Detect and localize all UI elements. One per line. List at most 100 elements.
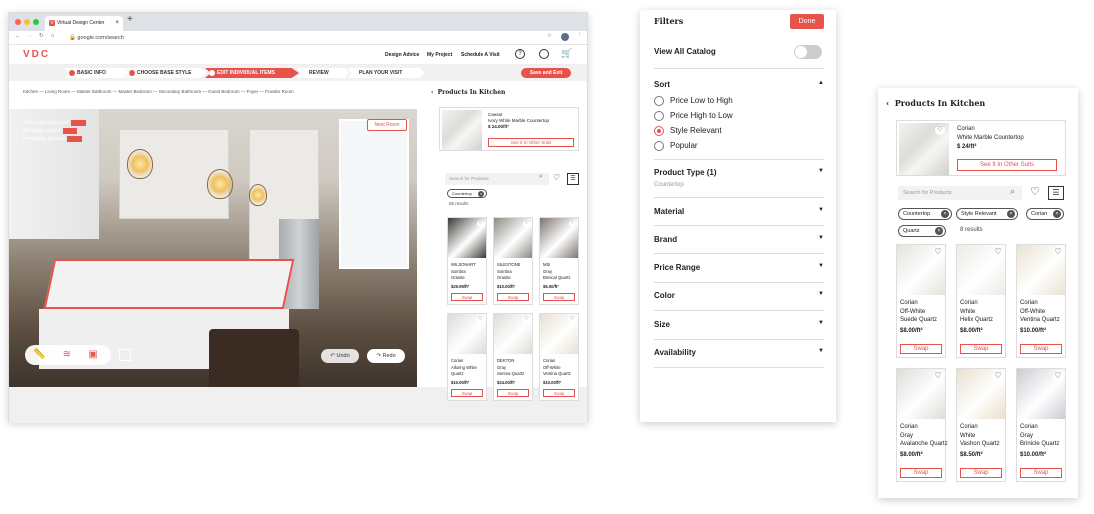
step-plan-visit[interactable]: PLAN YOUR VISIT bbox=[347, 68, 425, 78]
filter-material[interactable]: Material ▼ bbox=[654, 207, 824, 216]
filter-color[interactable]: Color ▼ bbox=[654, 291, 824, 300]
bookmark-star-icon[interactable]: ☆ bbox=[547, 33, 552, 39]
favorite-icon[interactable]: ♡ bbox=[477, 220, 484, 227]
nav-my-project[interactable]: My Project bbox=[427, 52, 452, 58]
swap-button[interactable]: Swap bbox=[543, 389, 575, 397]
filter-price-range[interactable]: Price Range ▼ bbox=[654, 263, 824, 272]
swap-button[interactable]: Swap bbox=[451, 389, 483, 397]
swap-button[interactable]: Swap bbox=[900, 344, 942, 354]
product-card[interactable]: ♡ Corian Off-White Suede Quartz $8.00/ft² Swa… bbox=[896, 244, 946, 358]
step-review[interactable]: REVIEW bbox=[297, 68, 349, 78]
fullscreen-icon[interactable] bbox=[119, 349, 131, 361]
swap-button[interactable]: Swap bbox=[543, 293, 575, 301]
help-icon[interactable]: ? bbox=[515, 49, 525, 59]
favorite-icon[interactable]: ♡ bbox=[523, 316, 530, 323]
island-countertop-highlight[interactable] bbox=[43, 259, 295, 309]
remove-tag-icon[interactable]: × bbox=[1007, 210, 1015, 218]
product-card[interactable]: ♡ Corian Off-White Ventina Quartz $10.00/ft²… bbox=[1016, 244, 1066, 358]
swap-button[interactable]: Swap bbox=[497, 293, 529, 301]
view-all-catalog-toggle[interactable] bbox=[794, 45, 822, 59]
browser-tab[interactable]: V Virtual Design Center × bbox=[45, 16, 123, 31]
undo-button[interactable]: ↶ Undo bbox=[321, 349, 359, 363]
remove-tag-icon[interactable]: × bbox=[478, 191, 484, 197]
search-input[interactable]: Search for Products bbox=[898, 186, 1022, 200]
save-and-exit-button[interactable]: Save and Exit bbox=[521, 68, 571, 78]
forward-icon[interactable]: → bbox=[27, 33, 33, 39]
product-card[interactable]: ♡ Corian White Helix Quartz $8.00/ft² Swap bbox=[956, 244, 1006, 358]
back-icon[interactable]: ← bbox=[15, 33, 21, 39]
swap-button[interactable]: Swap bbox=[497, 389, 529, 397]
product-card[interactable]: ♡ MSI Gray Brinical Quartz $6.00/ft² Swap bbox=[539, 217, 579, 305]
see-in-other-suits-button[interactable]: See It In Other Suits bbox=[488, 138, 574, 147]
redo-button[interactable]: ↷ Redo bbox=[367, 349, 405, 363]
product-card[interactable]: ♡ WILSONART Sombra Granite $29.99/ft² Swap bbox=[447, 217, 487, 305]
favorite-icon[interactable]: ♡ bbox=[993, 247, 1003, 257]
filter-tag-style-relevant[interactable]: Style Relevant × bbox=[956, 208, 1018, 220]
document-icon[interactable]: ▣ bbox=[87, 349, 99, 361]
favorite-icon[interactable]: ♡ bbox=[993, 371, 1003, 381]
profile-avatar-icon[interactable] bbox=[561, 33, 569, 41]
ruler-icon[interactable]: 📏 bbox=[33, 349, 45, 361]
vdc-logo[interactable]: VDC bbox=[23, 49, 50, 60]
url-input[interactable]: 🔒 google.com/search bbox=[61, 33, 541, 43]
featured-product-card[interactable]: ♡ Corian White Marble Countertop $ 24/ft… bbox=[896, 120, 1066, 176]
layers-icon[interactable]: ≋ bbox=[61, 349, 73, 361]
new-tab-icon[interactable]: + bbox=[127, 14, 133, 25]
home-icon[interactable]: ⌂ bbox=[51, 33, 54, 39]
step-choose-base-style[interactable]: CHOOSE BASE STYLE bbox=[125, 68, 207, 78]
filter-tag-countertop[interactable]: Countertop × bbox=[447, 189, 487, 198]
sort-option-label[interactable]: Price Low to High bbox=[670, 96, 733, 105]
swap-button[interactable]: Swap bbox=[960, 468, 1002, 478]
radio-style-relevant[interactable] bbox=[654, 126, 664, 136]
kitchen-3d-view[interactable]: Total upgrading cost: Mortgage impact: I… bbox=[9, 109, 417, 387]
next-room-button[interactable]: Next Room bbox=[367, 119, 407, 131]
swap-button[interactable]: Swap bbox=[960, 344, 1002, 354]
search-icon[interactable]: ⌕ bbox=[1010, 186, 1015, 197]
filter-availability[interactable]: Availability ▼ bbox=[654, 348, 824, 357]
product-type-header[interactable]: Product Type (1) ▼ bbox=[654, 168, 824, 177]
product-card[interactable]: ♡ SILESTONE Sombra Granite $10.00/ft² Swap bbox=[493, 217, 533, 305]
nav-schedule-visit[interactable]: Schedule A Visit bbox=[461, 52, 500, 58]
maximize-window-icon[interactable] bbox=[33, 19, 39, 25]
see-in-other-suits-button[interactable]: See It In Other Suits bbox=[957, 159, 1057, 171]
radio-popular[interactable] bbox=[654, 141, 664, 151]
done-button[interactable]: Done bbox=[790, 14, 824, 29]
favorite-icon[interactable]: ♡ bbox=[935, 125, 945, 135]
close-window-icon[interactable] bbox=[15, 19, 21, 25]
filter-tag-quartz[interactable]: Quartz × bbox=[898, 225, 946, 237]
product-card[interactable]: ♡ DEKTON Gray Serena Quartz $24.00/ft² Swap bbox=[493, 313, 533, 401]
minimize-window-icon[interactable] bbox=[24, 19, 30, 25]
favorite-icon[interactable]: ♡ bbox=[523, 220, 530, 227]
swap-button[interactable]: Swap bbox=[451, 293, 483, 301]
filter-icon[interactable]: ☰ bbox=[567, 173, 579, 185]
sort-option-label[interactable]: Price High to Low bbox=[670, 111, 733, 120]
search-input[interactable]: Search for Products bbox=[445, 173, 549, 185]
favorite-icon[interactable]: ♡ bbox=[1030, 185, 1040, 198]
product-card[interactable]: ♡ Corian Gray Brinicle Quartz $10.00/ft² Swap bbox=[1016, 368, 1066, 482]
step-edit-items[interactable]: EDIT INDIVIDUAL ITEMS bbox=[205, 68, 299, 78]
remove-tag-icon[interactable]: × bbox=[1053, 210, 1061, 218]
favorite-icon[interactable]: ♡ bbox=[1053, 371, 1063, 381]
product-card[interactable]: ♡ Corian Alluring White Quartz $10.00/ft² Swa… bbox=[447, 313, 487, 401]
filter-size[interactable]: Size ▼ bbox=[654, 320, 824, 329]
favorite-icon[interactable]: ♡ bbox=[933, 247, 943, 257]
remove-tag-icon[interactable]: × bbox=[935, 227, 943, 235]
browser-menu-icon[interactable]: ⋮ bbox=[577, 32, 583, 38]
cart-icon[interactable]: 🛒 bbox=[561, 48, 572, 59]
filter-brand[interactable]: Brand ▼ bbox=[654, 235, 824, 244]
favorite-icon[interactable]: ♡ bbox=[1053, 247, 1063, 257]
featured-product-card[interactable]: Caesar Ivory White Marble Countertop $ 2… bbox=[439, 107, 579, 151]
favorite-icon[interactable]: ♡ bbox=[477, 316, 484, 323]
swap-button[interactable]: Swap bbox=[1020, 344, 1062, 354]
product-card[interactable]: ♡ Corian Off-White Ventina Quartz $10.00/ft²… bbox=[539, 313, 579, 401]
radio-price-low-high[interactable] bbox=[654, 96, 664, 106]
sort-option-label[interactable]: Popular bbox=[670, 141, 698, 150]
filter-icon[interactable]: ☰ bbox=[1048, 186, 1064, 200]
product-card[interactable]: ♡ Corian Gray Avalanche Quartz $8.00/ft² Swap bbox=[896, 368, 948, 482]
swap-button[interactable]: Swap bbox=[1020, 468, 1062, 478]
account-icon[interactable] bbox=[539, 49, 549, 59]
swap-button[interactable]: Swap bbox=[900, 468, 942, 478]
room-breadcrumb[interactable]: Kitchen — Living Room — Master Bathroom … bbox=[23, 89, 294, 94]
favorite-icon[interactable]: ♡ bbox=[933, 371, 943, 381]
reload-icon[interactable]: ↻ bbox=[39, 33, 44, 39]
